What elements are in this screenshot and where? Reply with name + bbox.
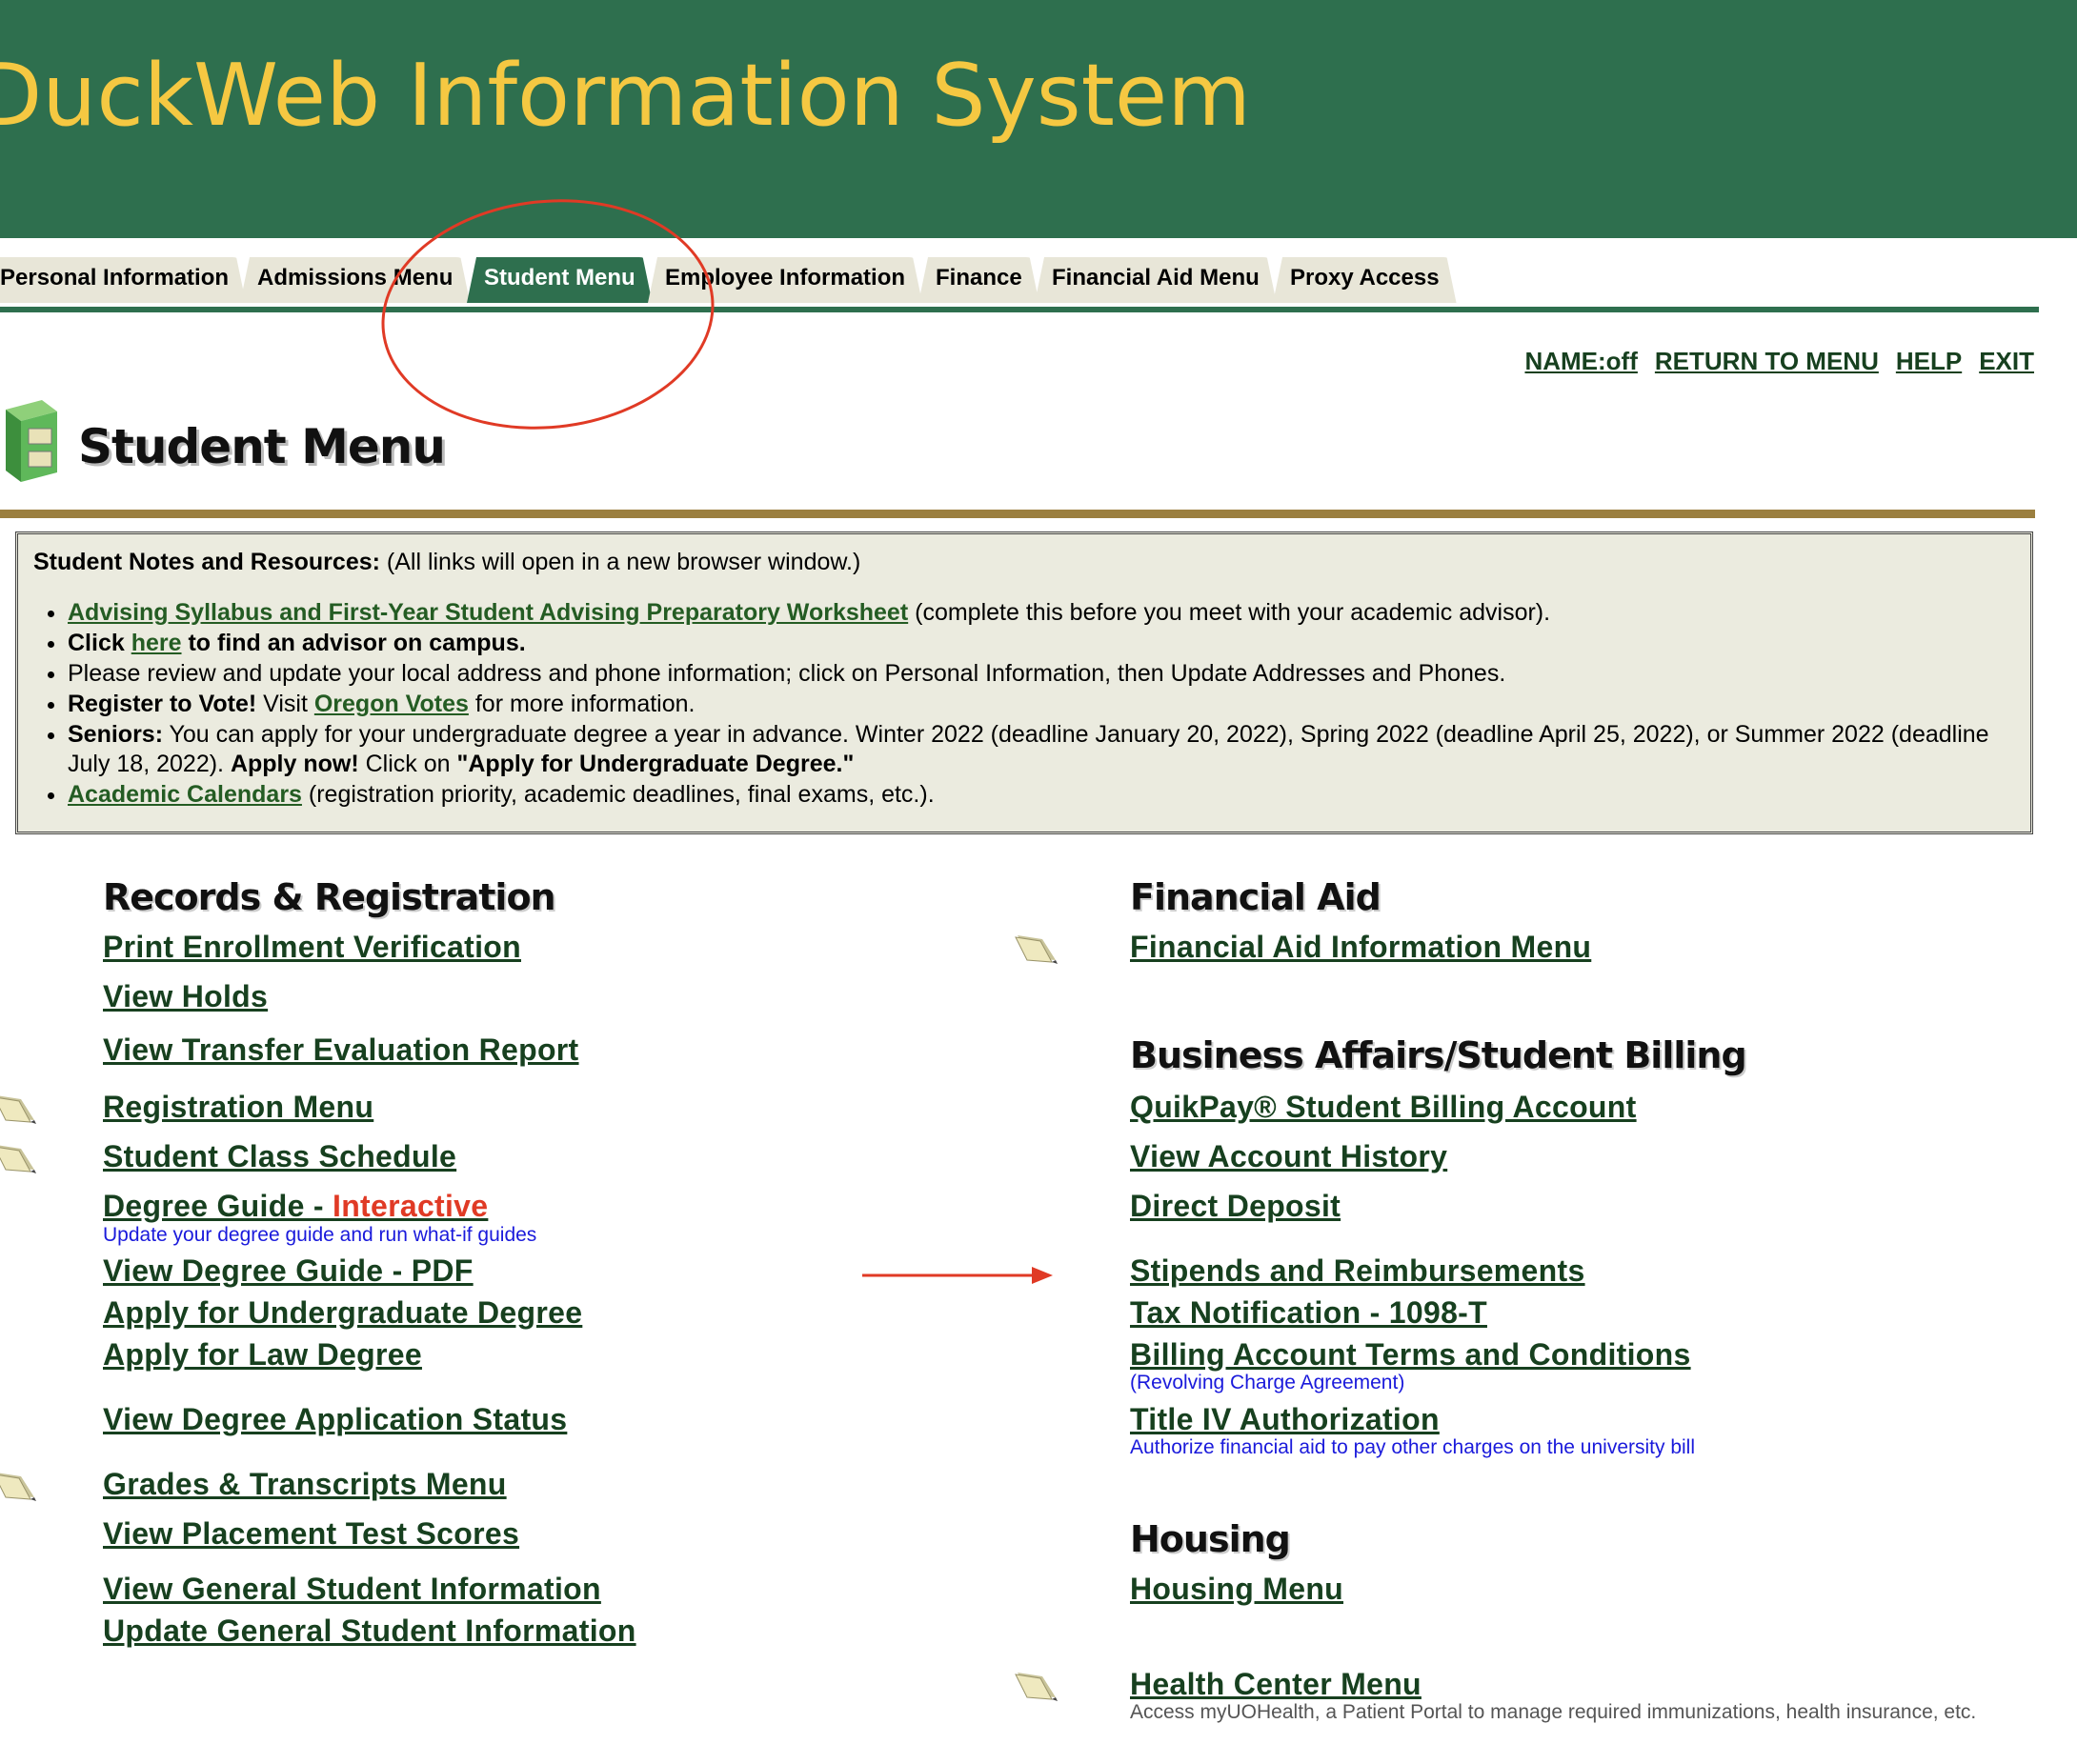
degree-guide-label: Degree Guide - — [103, 1189, 333, 1223]
stipends-link[interactable]: Stipends and Reimbursements — [1130, 1253, 1585, 1289]
list-item: Advising Syllabus and First-Year Student… — [68, 598, 2015, 628]
update-general-info-link[interactable]: Update General Student Information — [103, 1614, 636, 1649]
item-text: (registration priority, academic deadlin… — [301, 781, 935, 808]
folder-icon — [0, 1473, 36, 1501]
housing-menu-link[interactable]: Housing Menu — [1130, 1572, 1343, 1607]
item-text: Click on — [358, 751, 457, 777]
list-item: Click here to find an advisor on campus. — [68, 629, 2015, 658]
advisor-here-link[interactable]: here — [131, 630, 182, 656]
item-text: Seniors: — [68, 721, 164, 748]
grades-transcripts-link[interactable]: Grades & Transcripts Menu — [103, 1467, 507, 1502]
gold-divider — [0, 510, 2035, 518]
transfer-evaluation-link[interactable]: View Transfer Evaluation Report — [103, 1032, 579, 1068]
item-text: "Apply for Undergraduate Degree." — [456, 751, 855, 777]
degree-guide-interactive-link[interactable]: Degree Guide - Interactive — [103, 1189, 488, 1224]
page-title: Student Menu — [78, 419, 446, 474]
item-text: for more information. — [468, 691, 696, 717]
tab-proxy-access[interactable]: Proxy Access — [1273, 257, 1457, 303]
tab-financial-aid-menu[interactable]: Financial Aid Menu — [1035, 257, 1277, 303]
class-schedule-link[interactable]: Student Class Schedule — [103, 1139, 456, 1174]
apply-undergraduate-link[interactable]: Apply for Undergraduate Degree — [103, 1295, 582, 1331]
financial-aid-heading: Financial Aid — [1130, 876, 1381, 918]
help-link[interactable]: HELP — [1896, 347, 1962, 375]
main-tabs: Personal Information Admissions Menu Stu… — [0, 257, 2077, 311]
folder-icon — [1015, 1673, 1058, 1701]
file-cabinet-icon — [6, 400, 57, 482]
exit-link[interactable]: EXIT — [1979, 347, 2034, 375]
academic-calendars-link[interactable]: Academic Calendars — [68, 781, 302, 808]
apply-law-link[interactable]: Apply for Law Degree — [103, 1337, 422, 1373]
list-item: Please review and update your local addr… — [68, 659, 2015, 689]
tab-divider — [0, 307, 2039, 312]
records-registration-heading: Records & Registration — [103, 876, 556, 918]
list-item: Seniors: You can apply for your undergra… — [68, 720, 2015, 779]
financial-aid-menu-link[interactable]: Financial Aid Information Menu — [1130, 930, 1591, 965]
placement-scores-link[interactable]: View Placement Test Scores — [103, 1516, 519, 1552]
item-text: to find an advisor on campus. — [181, 630, 526, 656]
student-notes-box: Student Notes and Resources: (All links … — [15, 531, 2033, 834]
tab-finance[interactable]: Finance — [918, 257, 1039, 303]
annotation-arrow — [862, 1267, 1053, 1284]
item-text: Apply now! — [230, 751, 359, 777]
item-text: Visit — [256, 691, 314, 717]
quikpay-link[interactable]: QuikPay® Student Billing Account — [1130, 1090, 1637, 1125]
view-general-info-link[interactable]: View General Student Information — [103, 1572, 601, 1607]
notes-list: Advising Syllabus and First-Year Student… — [33, 598, 2015, 810]
item-text: Click — [68, 630, 131, 656]
advising-syllabus-link[interactable]: Advising Syllabus and First-Year Student… — [68, 599, 908, 626]
title-iv-link[interactable]: Title IV Authorization — [1130, 1402, 1440, 1437]
folder-icon — [0, 1095, 36, 1124]
list-item: Academic Calendars (registration priorit… — [68, 780, 2015, 810]
print-enrollment-link[interactable]: Print Enrollment Verification — [103, 930, 521, 965]
degree-guide-pdf-link[interactable]: View Degree Guide - PDF — [103, 1253, 474, 1289]
notes-heading: Student Notes and Resources: (All links … — [33, 548, 2015, 577]
registration-menu-link[interactable]: Registration Menu — [103, 1090, 373, 1125]
billing-terms-link[interactable]: Billing Account Terms and Conditions — [1130, 1337, 1691, 1373]
oregon-votes-link[interactable]: Oregon Votes — [314, 691, 469, 717]
account-history-link[interactable]: View Account History — [1130, 1139, 1447, 1174]
item-text: (complete this before you meet with your… — [908, 599, 1551, 626]
direct-deposit-link[interactable]: Direct Deposit — [1130, 1189, 1341, 1224]
item-text: Please review and update your local addr… — [68, 660, 1506, 687]
title-iv-subtext: Authorize financial aid to pay other cha… — [1130, 1436, 1696, 1458]
return-to-menu-link[interactable]: RETURN TO MENU — [1655, 347, 1879, 375]
housing-heading: Housing — [1130, 1518, 1291, 1560]
business-affairs-heading: Business Affairs/Student Billing — [1130, 1034, 1747, 1076]
site-header: DuckWeb Information System — [0, 0, 2077, 238]
site-title: DuckWeb Information System — [0, 46, 1251, 146]
degree-guide-subtext: Update your degree guide and run what-if… — [103, 1224, 537, 1246]
health-center-subtext: Access myUOHealth, a Patient Portal to m… — [1130, 1701, 1977, 1723]
health-center-link[interactable]: Health Center Menu — [1130, 1667, 1422, 1702]
top-links: NAME:off RETURN TO MENU HELP EXIT — [1507, 347, 2034, 376]
degree-application-status-link[interactable]: View Degree Application Status — [103, 1402, 567, 1437]
folder-icon — [1015, 935, 1058, 964]
view-holds-link[interactable]: View Holds — [103, 979, 268, 1014]
billing-terms-subtext: (Revolving Charge Agreement) — [1130, 1372, 1405, 1393]
notes-heading-rest: (All links will open in a new browser wi… — [379, 549, 861, 575]
tab-personal-information[interactable]: Personal Information — [0, 257, 246, 303]
list-item: Register to Vote! Visit Oregon Votes for… — [68, 690, 2015, 719]
interactive-label: Interactive — [333, 1189, 489, 1223]
name-toggle-link[interactable]: NAME:off — [1524, 347, 1637, 375]
notes-heading-bold: Student Notes and Resources: — [33, 549, 380, 575]
folder-icon — [0, 1145, 36, 1173]
item-text: Register to Vote! — [68, 691, 257, 717]
tax-notification-link[interactable]: Tax Notification - 1098-T — [1130, 1295, 1487, 1331]
